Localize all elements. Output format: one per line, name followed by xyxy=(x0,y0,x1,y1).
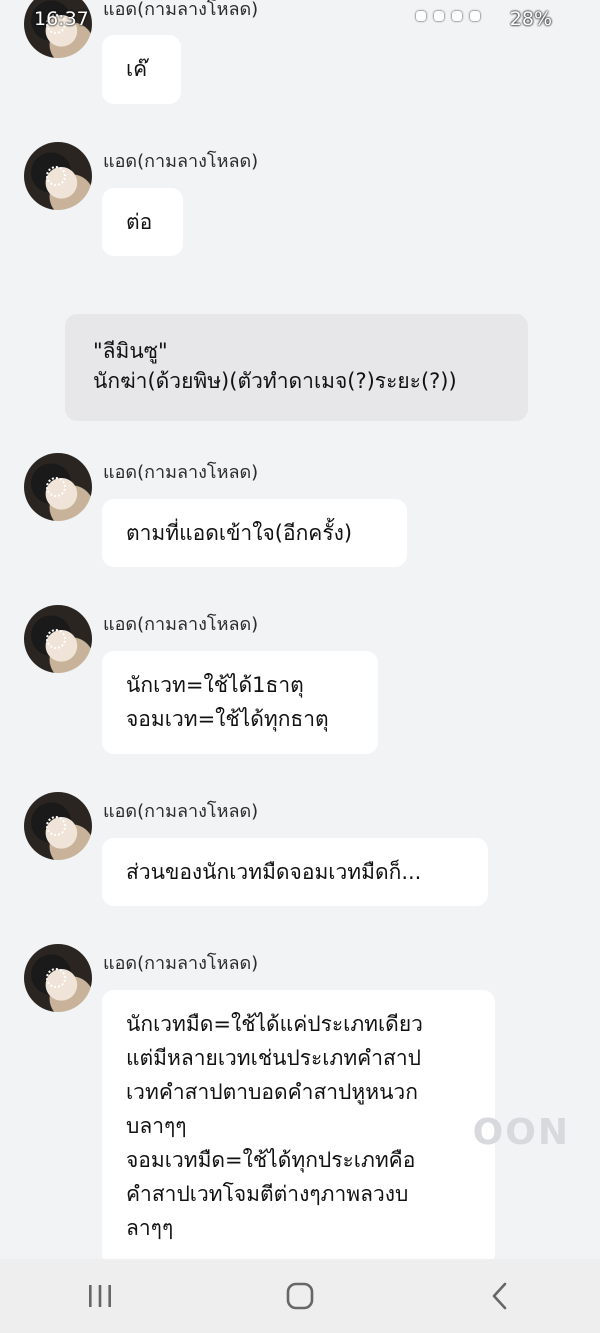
mute-icon xyxy=(434,11,444,21)
message-text: ต่อ xyxy=(126,210,153,234)
announcement-line: "ลีมินซู" xyxy=(93,339,168,363)
message-bubble[interactable]: นักเวท=ใช้ได้1ธาตุ จอมเวท=ใช้ได้ทุกธาตุ xyxy=(102,651,378,754)
message-text: นักเวทมืด=ใช้ได้แค่ประเภทเดียว xyxy=(126,1012,423,1036)
home-icon xyxy=(286,1282,314,1310)
signal-icon xyxy=(470,11,480,21)
message-text: ลาๆๆ xyxy=(126,1216,174,1240)
back-icon xyxy=(492,1282,507,1310)
message-bubble[interactable]: ต่อ xyxy=(102,188,183,256)
avatar[interactable] xyxy=(24,605,92,673)
message-text: ส่วนของนักเวทมืดจอมเวทมืดก็... xyxy=(126,860,422,884)
status-icons xyxy=(416,11,480,21)
status-time: 16:37 xyxy=(34,8,89,30)
message-text: ตามที่แอดเข้าใจ(อีกครั้ง) xyxy=(126,521,353,545)
avatar[interactable] xyxy=(24,944,92,1012)
message-bubble[interactable]: เค๊ xyxy=(102,35,181,104)
avatar[interactable] xyxy=(24,142,92,210)
status-bar: 16:37 28% xyxy=(0,0,600,40)
navigation-bar xyxy=(0,1259,600,1333)
back-button[interactable] xyxy=(460,1266,540,1326)
message-text: จอมเวท=ใช้ได้ทุกธาตุ xyxy=(126,707,329,731)
sender-name: แอด(กามลางโหลด) xyxy=(103,953,259,974)
message-text: แต่มีหลายเวทเช่นประเภทคำสาป xyxy=(126,1046,421,1070)
message-bubble[interactable]: นักเวทมืด=ใช้ได้แค่ประเภทเดียว แต่มีหลาย… xyxy=(102,990,495,1265)
announcement-bubble[interactable]: "ลีมินซู" นักฆ่า(ด้วยพิษ)(ตัวทำดาเมจ(?)ร… xyxy=(65,314,528,421)
sender-name: แอด(กามลางโหลด) xyxy=(103,151,259,172)
message-text: นักเวท=ใช้ได้1ธาตุ xyxy=(126,673,304,697)
wifi-icon xyxy=(452,11,462,21)
announcement-line: นักฆ่า(ด้วยพิษ)(ตัวทำดาเมจ(?)ระยะ(?)) xyxy=(93,369,457,393)
message-text: เค๊ xyxy=(126,57,148,81)
message-bubble[interactable]: ตามที่แอดเข้าใจ(อีกครั้ง) xyxy=(102,499,407,567)
loading-icon xyxy=(46,166,66,186)
notification-icon xyxy=(416,11,426,21)
avatar[interactable] xyxy=(24,792,92,860)
message-text: บลาๆๆ xyxy=(126,1114,187,1138)
battery-level: 28% xyxy=(509,8,552,30)
sender-name: แอด(กามลางโหลด) xyxy=(103,801,259,822)
recent-apps-button[interactable] xyxy=(60,1266,140,1326)
loading-icon xyxy=(46,477,66,497)
recent-apps-icon xyxy=(89,1285,111,1307)
message-text: เวทคำสาปตาบอดคำสาปหูหนวก xyxy=(126,1080,418,1104)
message-text: จอมเวทมืด=ใช้ได้ทุกประเภทคือ xyxy=(126,1148,416,1172)
loading-icon xyxy=(46,629,66,649)
loading-icon xyxy=(46,968,66,988)
message-text: คำสาปเวทโจมตีต่างๆภาพลวงบ xyxy=(126,1182,409,1206)
home-button[interactable] xyxy=(260,1266,340,1326)
loading-icon xyxy=(46,816,66,836)
sender-name: แอด(กามลางโหลด) xyxy=(103,462,259,483)
sender-name: แอด(กามลางโหลด) xyxy=(103,614,259,635)
message-bubble[interactable]: ส่วนของนักเวทมืดจอมเวทมืดก็... xyxy=(102,838,488,906)
watermark: OON xyxy=(472,1112,570,1153)
avatar[interactable] xyxy=(24,453,92,521)
